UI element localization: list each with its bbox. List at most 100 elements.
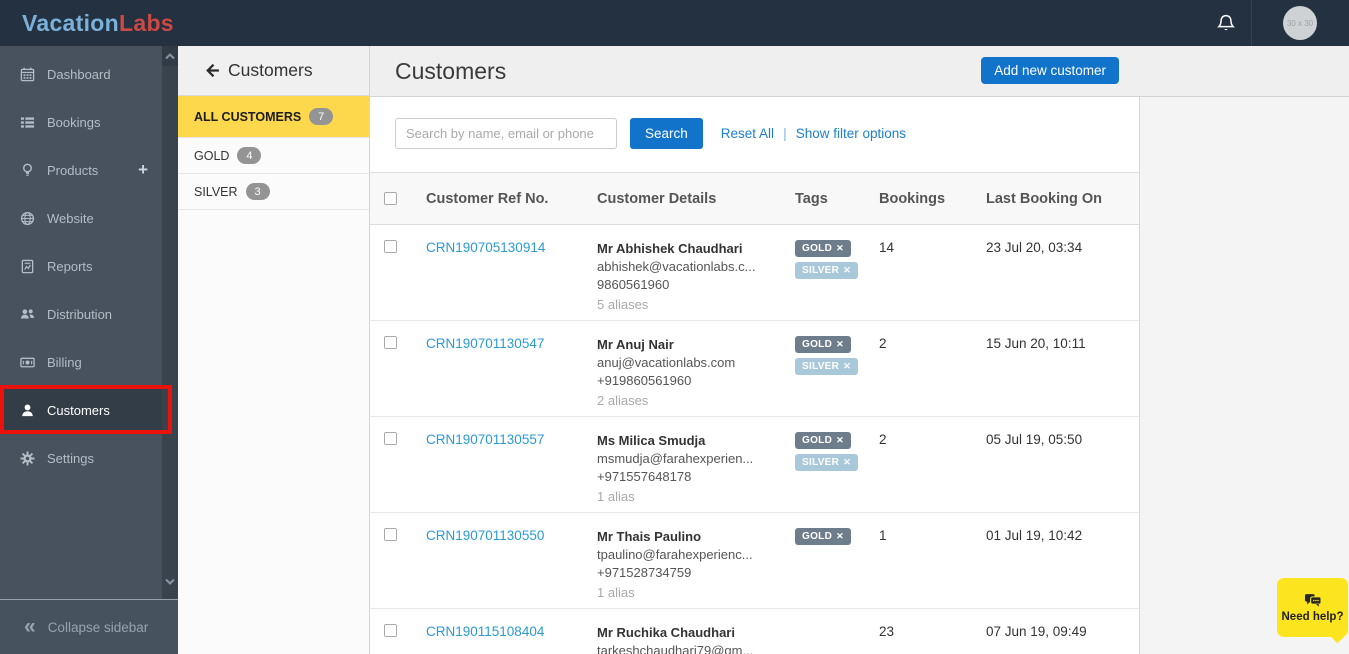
sidebar-item-billing[interactable]: Billing	[0, 338, 162, 386]
tag-badge-gold: GOLD ✕	[795, 240, 851, 257]
sidebar-item-bookings[interactable]: Bookings	[0, 98, 162, 146]
add-new-customer-button[interactable]: Add new customer	[981, 57, 1119, 84]
filter-count-badge: 4	[237, 147, 262, 164]
tag-close-icon[interactable]: ✕	[843, 265, 851, 276]
row-checkbox[interactable]	[384, 432, 397, 445]
sidebar-nav: Dashboard Bookings Products + Website Reports…	[0, 46, 162, 599]
tag-badge-gold: GOLD ✕	[795, 432, 851, 449]
row-checkbox[interactable]	[384, 336, 397, 349]
customer-email: tarkeshchaudhari79@gm...	[597, 643, 754, 654]
brand-part1: Vacation	[22, 9, 119, 36]
tag-label: GOLD	[802, 243, 833, 254]
plus-icon[interactable]: +	[138, 160, 148, 180]
bookings-count: 14	[879, 240, 895, 255]
tag-close-icon[interactable]: ✕	[836, 435, 844, 446]
row-checkbox[interactable]	[384, 528, 397, 541]
tag-label: SILVER	[802, 457, 840, 468]
list-icon	[20, 115, 35, 130]
navbar-divider	[1251, 0, 1252, 46]
tag-close-icon[interactable]: ✕	[843, 457, 851, 468]
tag-badge-gold: GOLD ✕	[795, 336, 851, 353]
tag-close-icon[interactable]: ✕	[836, 531, 844, 542]
filter-label: GOLD	[194, 148, 230, 163]
tag-close-icon[interactable]: ✕	[836, 243, 844, 254]
customers-table: Customer Ref No. Customer Details Tags B…	[370, 172, 1139, 654]
calendar-icon	[20, 67, 35, 82]
customer-ref-link[interactable]: CRN190705130914	[426, 240, 545, 255]
select-all-checkbox[interactable]	[384, 192, 397, 205]
avatar-placeholder-text: 30 x 30	[1286, 18, 1314, 28]
sidebar-item-label: Settings	[47, 450, 94, 466]
report-icon	[20, 259, 35, 274]
tag-label: GOLD	[802, 339, 833, 350]
header-tags: Tags	[795, 172, 879, 225]
sidebar-item-customers[interactable]: Customers	[0, 386, 162, 434]
brand-logo: VacationLabs	[22, 10, 174, 37]
table-row: CRN190701130557 Ms Milica Smudja msmudja@f…	[370, 416, 1139, 513]
sidebar-item-products[interactable]: Products +	[0, 146, 162, 194]
sidebar-item-label: Distribution	[47, 306, 113, 322]
billing-icon	[20, 355, 35, 370]
sidebar-item-reports[interactable]: Reports	[0, 242, 162, 290]
last-booking-date: 15 Jun 20, 10:11	[986, 336, 1086, 351]
customer-phone: +971557648178	[597, 469, 692, 484]
row-checkbox[interactable]	[384, 624, 397, 637]
lightbulb-icon	[20, 163, 35, 178]
show-filter-options-link[interactable]: Show filter options	[796, 118, 906, 149]
reset-all-link[interactable]: Reset All	[721, 118, 774, 149]
customer-email: msmudja@farahexperien...	[597, 451, 754, 466]
tag-label: SILVER	[802, 265, 840, 276]
scroll-up-icon[interactable]	[162, 46, 178, 66]
filter-item-gold[interactable]: GOLD 4	[178, 138, 369, 174]
filter-item-all-customers[interactable]: ALL CUSTOMERS 7	[178, 96, 369, 138]
brand-part2: Labs	[119, 9, 174, 36]
collapse-sidebar-button[interactable]: « Collapse sidebar	[0, 599, 178, 654]
tag-label: GOLD	[802, 435, 833, 446]
customer-name: Mr Abhishek Chaudhari	[597, 241, 743, 256]
header-customer-details: Customer Details	[597, 172, 795, 225]
customer-aliases: 5 aliases	[597, 297, 649, 312]
tag-close-icon[interactable]: ✕	[843, 361, 851, 372]
sidebar-scrollbar[interactable]	[162, 46, 178, 599]
filter-count-badge: 3	[245, 183, 270, 200]
tag-badge-gold: GOLD ✕	[795, 528, 851, 545]
sidebar-item-settings[interactable]: Settings	[0, 434, 162, 482]
tag-label: SILVER	[802, 361, 840, 372]
table-row: CRN190701130547 Mr Anuj Nair anuj@vacation…	[370, 320, 1139, 417]
bookings-count: 1	[879, 528, 887, 543]
sidebar-item-label: Website	[47, 210, 94, 226]
notifications-bell-icon[interactable]	[1215, 12, 1237, 34]
customer-aliases: 2 aliases	[597, 393, 649, 408]
top-navbar: VacationLabs 30 x 30	[0, 0, 1349, 46]
need-help-label: Need help?	[1281, 610, 1344, 623]
scroll-down-icon[interactable]	[162, 571, 178, 591]
back-arrow-icon[interactable]	[204, 62, 221, 79]
sidebar-item-website[interactable]: Website	[0, 194, 162, 242]
users-icon	[20, 307, 35, 322]
filter-list: ALL CUSTOMERS 7 GOLD 4 SILVER 3	[178, 96, 369, 210]
customer-phone: 9860561960	[597, 277, 670, 292]
sidebar-item-distribution[interactable]: Distribution	[0, 290, 162, 338]
search-input[interactable]	[395, 118, 617, 149]
tag-badge-silver: SILVER ✕	[795, 358, 859, 375]
customer-ref-link[interactable]: CRN190115108404	[426, 624, 544, 639]
customer-ref-link[interactable]: CRN190701130557	[426, 432, 544, 447]
tag-label: GOLD	[802, 531, 833, 542]
header-bookings: Bookings	[879, 172, 986, 225]
sidebar-item-dashboard[interactable]: Dashboard	[0, 50, 162, 98]
last-booking-date: 07 Jun 19, 09:49	[986, 624, 1087, 639]
filter-item-silver[interactable]: SILVER 3	[178, 174, 369, 210]
need-help-button[interactable]: Need help?	[1277, 578, 1348, 637]
search-button[interactable]: Search	[630, 118, 703, 149]
table-header-row: Customer Ref No. Customer Details Tags B…	[370, 172, 1139, 225]
customer-ref-link[interactable]: CRN190701130547	[426, 336, 544, 351]
table-row: CRN190701130550 Mr Thais Paulino tpaulino@…	[370, 512, 1139, 609]
subsidebar-header: Customers	[178, 46, 369, 96]
customer-ref-link[interactable]: CRN190701130550	[426, 528, 544, 543]
main-content: Customers Add new customer Search Reset …	[370, 46, 1349, 654]
row-checkbox[interactable]	[384, 240, 397, 253]
user-avatar[interactable]: 30 x 30	[1283, 6, 1317, 40]
customer-name: Mr Thais Paulino	[597, 529, 702, 544]
tag-close-icon[interactable]: ✕	[836, 339, 844, 350]
last-booking-date: 05 Jul 19, 05:50	[986, 432, 1083, 447]
